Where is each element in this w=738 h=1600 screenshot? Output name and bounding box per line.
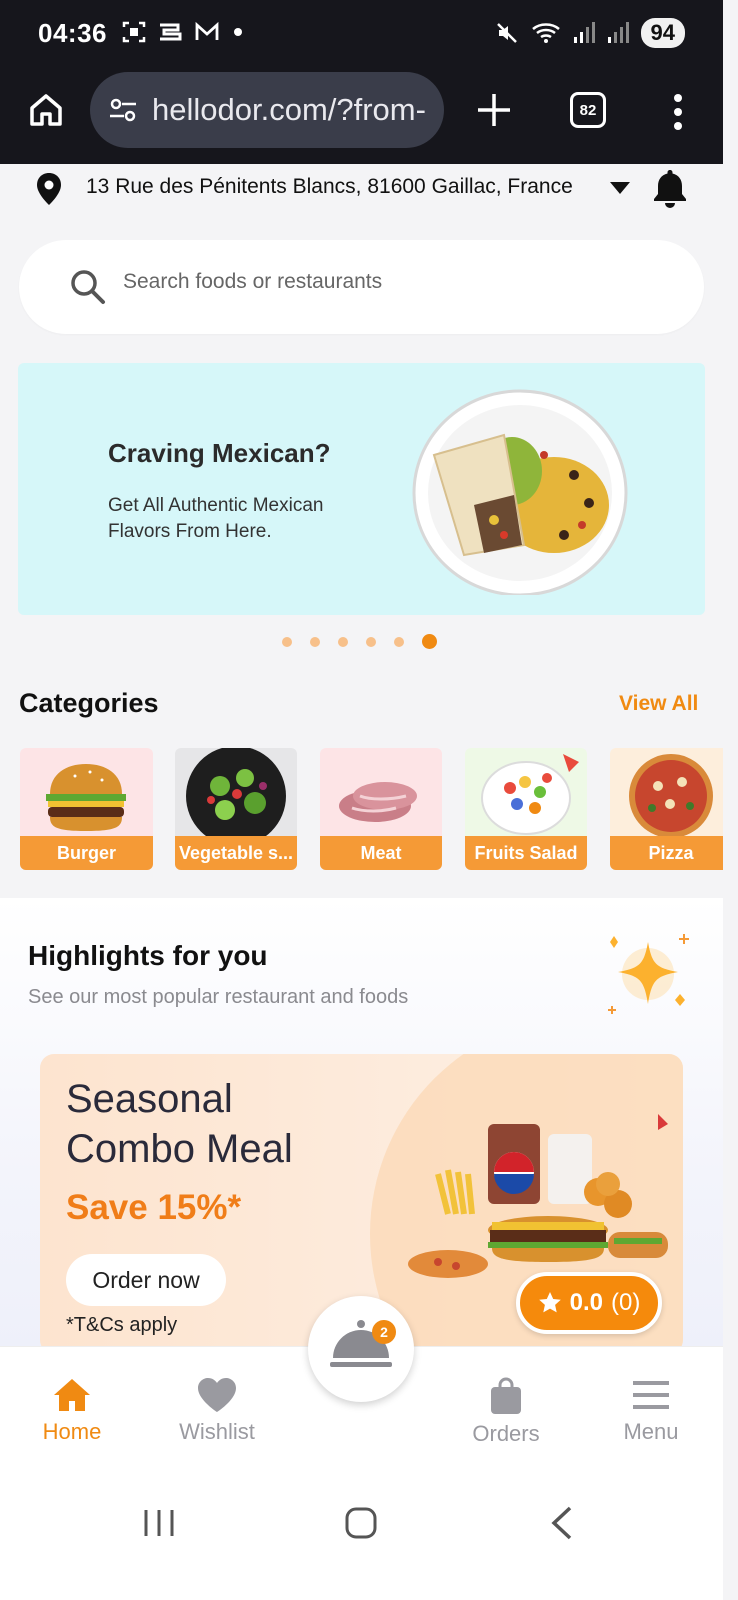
pagination-dot[interactable] bbox=[338, 636, 348, 647]
dot-icon bbox=[234, 28, 242, 36]
promo-title-line1: Seasonal bbox=[66, 1077, 233, 1121]
nav-menu[interactable]: Menu bbox=[596, 1377, 706, 1445]
location-pin-icon bbox=[37, 173, 61, 205]
status-notification-icons bbox=[122, 20, 244, 44]
status-time: 04:36 bbox=[38, 18, 107, 48]
nav-wishlist[interactable]: Wishlist bbox=[162, 1377, 272, 1445]
view-all-link[interactable]: View All bbox=[619, 692, 698, 716]
rating-badge[interactable]: 0.0 (0) bbox=[516, 1272, 662, 1334]
home-system-icon[interactable] bbox=[344, 1506, 378, 1540]
location-row[interactable]: 13 Rue des Pénitents Blancs, 81600 Gaill… bbox=[0, 164, 723, 214]
salad-bowl-image bbox=[186, 748, 286, 836]
bag-icon bbox=[491, 1377, 521, 1414]
browser-toolbar: hellodor.com/?from- 82 bbox=[0, 68, 723, 164]
cloche-icon bbox=[330, 1320, 392, 1367]
search-input[interactable] bbox=[123, 270, 643, 294]
pizza-image bbox=[629, 754, 713, 836]
rating-value: 0.0 bbox=[569, 1289, 604, 1316]
category-list: Burger Vegetable s... Meat Fruits Salad bbox=[20, 748, 723, 872]
burrito-plate-image bbox=[412, 389, 628, 595]
pagination-dot[interactable] bbox=[366, 636, 376, 647]
pagination-dot[interactable] bbox=[282, 636, 292, 647]
delivery-address[interactable]: 13 Rue des Pénitents Blancs, 81600 Gaill… bbox=[86, 175, 573, 199]
category-meat[interactable]: Meat bbox=[320, 748, 442, 870]
browser-home-icon[interactable] bbox=[26, 90, 66, 130]
site-settings-icon[interactable] bbox=[108, 95, 138, 125]
wifi-icon bbox=[531, 23, 560, 43]
back-icon[interactable] bbox=[550, 1506, 574, 1540]
burger-image bbox=[46, 764, 126, 831]
promo-banner[interactable]: Craving Mexican? Get All Authentic Mexic… bbox=[18, 363, 705, 615]
banner-pagination bbox=[282, 634, 437, 649]
new-tab-icon[interactable] bbox=[474, 90, 514, 130]
battery-indicator: 94 bbox=[640, 18, 685, 48]
promo-title: Seasonal Combo Meal bbox=[66, 1074, 293, 1174]
category-pizza[interactable]: Pizza bbox=[610, 748, 723, 870]
more-options-icon[interactable] bbox=[666, 92, 690, 132]
search-bar[interactable] bbox=[19, 240, 704, 334]
category-vegetable-salad[interactable]: Vegetable s... bbox=[175, 748, 297, 870]
tab-switcher-button[interactable]: 82 bbox=[570, 92, 606, 128]
nav-label: Home bbox=[42, 1419, 102, 1444]
pagination-dot[interactable] bbox=[394, 636, 404, 647]
promo-title-line2: Combo Meal bbox=[66, 1127, 293, 1171]
banner-subtitle: Get All Authentic Mexican Flavors From H… bbox=[108, 495, 324, 542]
category-burger[interactable]: Burger bbox=[20, 748, 153, 870]
url-bar[interactable]: hellodor.com/?from- bbox=[90, 72, 444, 148]
nav-label: Orders bbox=[472, 1421, 540, 1446]
mail-icon bbox=[195, 21, 219, 40]
menu-icon bbox=[633, 1381, 669, 1409]
nav-label: Wishlist bbox=[179, 1419, 255, 1444]
promo-discount: Save 15%* bbox=[66, 1188, 242, 1227]
promo-terms: *T&Cs apply bbox=[66, 1314, 178, 1336]
status-bar: 04:36 94 bbox=[0, 0, 723, 68]
pagination-dot[interactable] bbox=[310, 636, 320, 647]
mute-icon bbox=[496, 23, 517, 43]
fruit-salad-image bbox=[481, 754, 579, 835]
nav-orders[interactable]: Orders bbox=[451, 1377, 561, 1447]
nav-home[interactable]: Home bbox=[17, 1377, 127, 1445]
chevron-down-icon[interactable] bbox=[610, 182, 630, 194]
signal-icon bbox=[573, 22, 595, 43]
category-label: Pizza bbox=[610, 836, 723, 870]
recent-apps-icon[interactable] bbox=[142, 1508, 176, 1538]
url-text[interactable]: hellodor.com/?from- bbox=[152, 92, 442, 128]
category-label: Burger bbox=[20, 836, 153, 870]
combo-meal-image bbox=[408, 1114, 668, 1278]
pagination-dot-active[interactable] bbox=[422, 634, 437, 649]
signal-roaming-icon bbox=[607, 22, 629, 43]
rating-count: (0) bbox=[611, 1289, 641, 1316]
order-now-button[interactable]: Order now bbox=[66, 1254, 226, 1306]
category-label: Meat bbox=[320, 836, 442, 870]
nav-label: Menu bbox=[623, 1419, 679, 1444]
categories-heading: Categories bbox=[19, 688, 159, 718]
category-label: Vegetable s... bbox=[175, 836, 297, 870]
highlights-section: Highlights for you See our most popular … bbox=[0, 898, 723, 1358]
highlights-title: Highlights for you bbox=[28, 940, 268, 971]
sparkle-icon bbox=[608, 934, 689, 1014]
star-icon bbox=[538, 1292, 561, 1313]
system-navigation-bar bbox=[0, 1476, 723, 1600]
screenshot-icon bbox=[122, 21, 146, 43]
status-system-icons: 94 bbox=[495, 18, 685, 48]
banner-title: Craving Mexican? bbox=[108, 438, 331, 468]
heart-icon bbox=[198, 1378, 236, 1412]
category-label: Fruits Salad bbox=[465, 836, 587, 870]
cart-fab-button[interactable] bbox=[308, 1296, 414, 1402]
highlights-subtitle: See our most popular restaurant and food… bbox=[28, 986, 409, 1008]
app-notification-icon bbox=[160, 23, 182, 41]
category-fruits-salad[interactable]: Fruits Salad bbox=[465, 748, 587, 870]
meat-image bbox=[339, 782, 417, 822]
home-icon bbox=[54, 1379, 90, 1411]
notification-bell-icon[interactable] bbox=[652, 168, 688, 208]
cart-count-badge: 2 bbox=[372, 1320, 396, 1344]
search-icon bbox=[71, 270, 105, 304]
